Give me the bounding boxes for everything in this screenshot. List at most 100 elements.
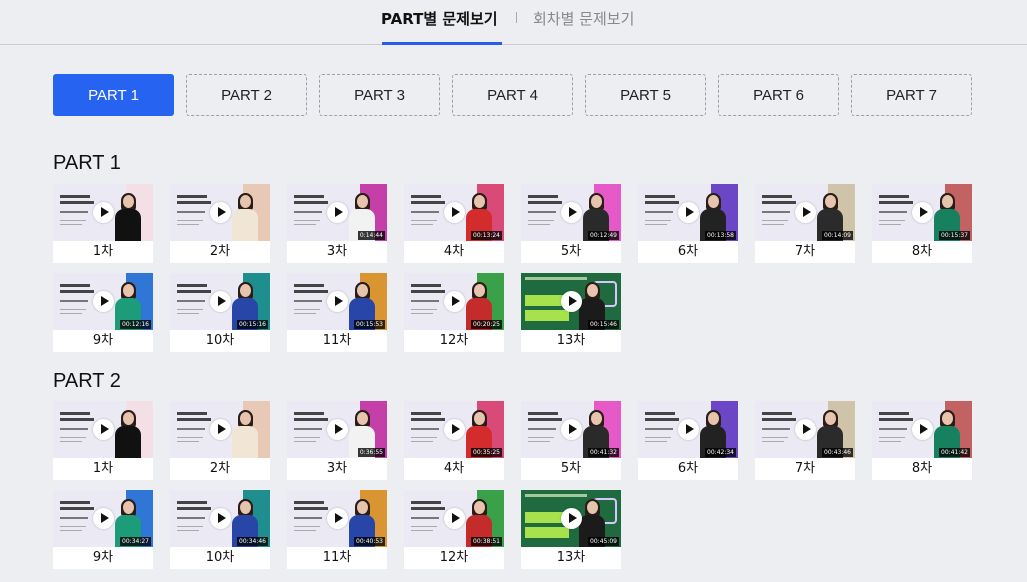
video-card[interactable]: 0:36:55 3차 — [287, 401, 387, 480]
video-card-label: 7차 — [794, 244, 816, 259]
video-thumbnail: 00:38:51 — [404, 490, 504, 547]
video-card-label: 1차 — [92, 461, 114, 476]
duration-badge: 00:15:37 — [939, 231, 970, 240]
video-thumbnail: 00:13:24 — [404, 184, 504, 241]
part-4-button[interactable]: PART 4 — [452, 74, 573, 116]
video-card[interactable]: 00:15:46 13차 — [521, 273, 621, 352]
video-card[interactable]: 00:20:25 12차 — [404, 273, 504, 352]
video-thumbnail: 0:36:55 — [287, 401, 387, 458]
duration-badge: 00:42:34 — [705, 448, 736, 457]
play-icon[interactable] — [93, 419, 114, 440]
play-icon[interactable] — [93, 508, 114, 529]
video-card[interactable]: 00:34:27 9차 — [53, 490, 153, 569]
play-icon[interactable] — [210, 508, 231, 529]
play-icon[interactable] — [912, 419, 933, 440]
play-icon[interactable] — [327, 291, 348, 312]
video-thumbnail: 00:35:25 — [404, 401, 504, 458]
video-card[interactable]: 00:35:25 4차 — [404, 401, 504, 480]
video-card[interactable]: 00:41:42 8차 — [872, 401, 972, 480]
video-card[interactable]: 0:14:44 3차 — [287, 184, 387, 263]
video-thumbnail: 00:45:09 — [521, 490, 621, 547]
video-thumbnail: 00:34:46 — [170, 490, 270, 547]
video-card-label: 6차 — [677, 461, 699, 476]
duration-badge: 0:36:55 — [357, 448, 385, 457]
video-card[interactable]: 00:15:53 11차 — [287, 273, 387, 352]
video-card-label: 4차 — [443, 244, 465, 259]
duration-badge: 00:41:42 — [939, 448, 970, 457]
play-icon[interactable] — [561, 202, 582, 223]
play-icon[interactable] — [678, 202, 699, 223]
video-thumbnail: 00:12:49 — [521, 184, 621, 241]
duration-badge: 00:15:46 — [588, 320, 619, 329]
video-card-label: 12차 — [439, 333, 469, 348]
active-tab-indicator — [382, 42, 502, 45]
part-3-button[interactable]: PART 3 — [319, 74, 440, 116]
video-card[interactable]: 2차 — [170, 401, 270, 480]
play-icon[interactable] — [327, 202, 348, 223]
video-card[interactable]: 00:15:37 8차 — [872, 184, 972, 263]
play-icon[interactable] — [912, 202, 933, 223]
video-card[interactable]: 00:13:24 4차 — [404, 184, 504, 263]
section-title-part-1: PART 1 — [53, 152, 121, 174]
video-card[interactable]: 00:42:34 6차 — [638, 401, 738, 480]
video-card-label: 11차 — [322, 550, 352, 565]
duration-badge: 00:13:24 — [471, 231, 502, 240]
duration-badge: 00:14:09 — [822, 231, 853, 240]
play-icon[interactable] — [795, 419, 816, 440]
play-icon[interactable] — [93, 202, 114, 223]
play-icon[interactable] — [444, 419, 465, 440]
section-title-part-2: PART 2 — [53, 370, 121, 392]
video-card[interactable]: 00:40:53 11차 — [287, 490, 387, 569]
play-icon[interactable] — [210, 419, 231, 440]
video-card-label: 2차 — [209, 244, 231, 259]
video-card[interactable]: 1차 — [53, 401, 153, 480]
part-5-button[interactable]: PART 5 — [585, 74, 706, 116]
video-card[interactable]: 00:12:49 5차 — [521, 184, 621, 263]
video-thumbnail — [170, 184, 270, 241]
video-card[interactable]: 00:12:16 9차 — [53, 273, 153, 352]
play-icon[interactable] — [678, 419, 699, 440]
video-thumbnail — [53, 184, 153, 241]
video-card-label: 13차 — [556, 550, 586, 565]
video-thumbnail: 00:15:16 — [170, 273, 270, 330]
video-card-label: 10차 — [205, 550, 235, 565]
duration-badge: 00:34:27 — [120, 537, 151, 546]
play-icon[interactable] — [327, 508, 348, 529]
play-icon[interactable] — [327, 419, 348, 440]
video-card-label: 3차 — [326, 461, 348, 476]
video-card-label: 2차 — [209, 461, 231, 476]
video-card[interactable]: 00:43:46 7차 — [755, 401, 855, 480]
part-6-button[interactable]: PART 6 — [718, 74, 839, 116]
play-icon[interactable] — [210, 291, 231, 312]
video-thumbnail: 00:15:46 — [521, 273, 621, 330]
duration-badge: 00:45:09 — [588, 537, 619, 546]
play-icon[interactable] — [795, 202, 816, 223]
duration-badge: 00:12:16 — [120, 320, 151, 329]
video-card[interactable]: 00:14:09 7차 — [755, 184, 855, 263]
video-card[interactable]: 00:41:32 5차 — [521, 401, 621, 480]
play-icon[interactable] — [444, 508, 465, 529]
video-card[interactable]: 00:13:58 6차 — [638, 184, 738, 263]
play-icon[interactable] — [561, 419, 582, 440]
video-thumbnail: 00:43:46 — [755, 401, 855, 458]
play-icon[interactable] — [444, 291, 465, 312]
play-icon[interactable] — [93, 291, 114, 312]
video-card[interactable]: 00:45:09 13차 — [521, 490, 621, 569]
play-icon[interactable] — [561, 508, 582, 529]
video-thumbnail — [170, 401, 270, 458]
part-7-button[interactable]: PART 7 — [851, 74, 972, 116]
video-thumbnail — [53, 401, 153, 458]
video-card[interactable]: 1차 — [53, 184, 153, 263]
video-card[interactable]: 2차 — [170, 184, 270, 263]
play-icon[interactable] — [210, 202, 231, 223]
video-card[interactable]: 00:38:51 12차 — [404, 490, 504, 569]
video-card-label: 9차 — [92, 333, 114, 348]
part-1-button[interactable]: PART 1 — [53, 74, 174, 116]
video-card[interactable]: 00:34:46 10차 — [170, 490, 270, 569]
part-2-button[interactable]: PART 2 — [186, 74, 307, 116]
play-icon[interactable] — [561, 291, 582, 312]
duration-badge: 00:35:25 — [471, 448, 502, 457]
video-card[interactable]: 00:15:16 10차 — [170, 273, 270, 352]
video-card-label: 3차 — [326, 244, 348, 259]
play-icon[interactable] — [444, 202, 465, 223]
